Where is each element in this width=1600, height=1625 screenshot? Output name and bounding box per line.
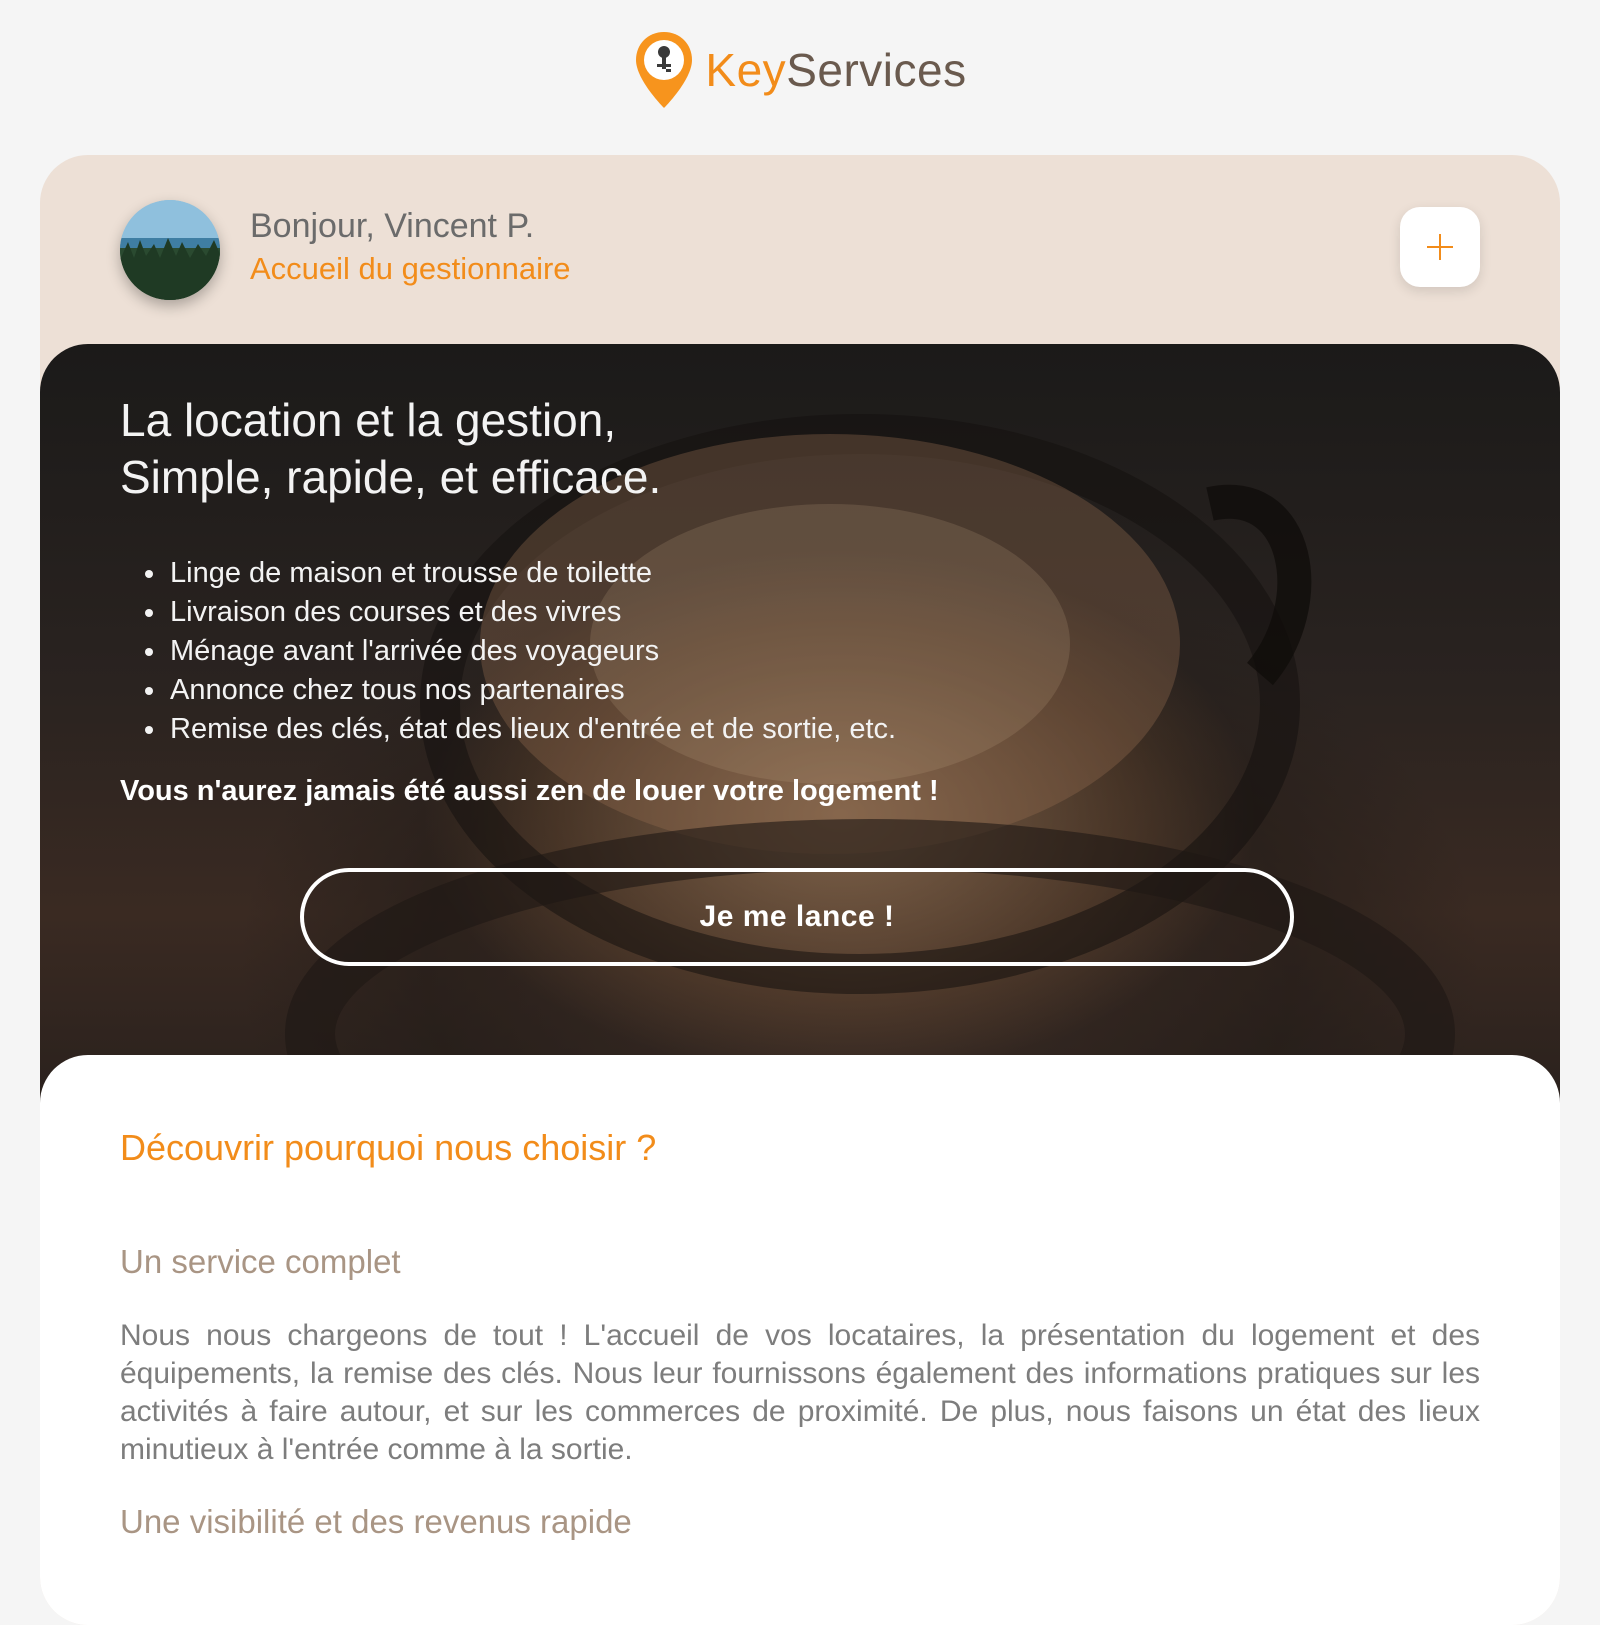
manager-header: Bonjour, Vincent P. Accueil du gestionna… bbox=[40, 155, 1560, 355]
page-subtitle: Accueil du gestionnaire bbox=[250, 251, 571, 286]
list-item: Livraison des courses et des vivres bbox=[168, 593, 896, 632]
map-pin-key-icon bbox=[636, 32, 693, 108]
landscape-avatar-image bbox=[120, 200, 220, 300]
add-button[interactable] bbox=[1400, 207, 1480, 287]
hero-tagline: Vous n'aurez jamais été aussi zen de lou… bbox=[120, 775, 939, 807]
section-title: Découvrir pourquoi nous choisir ? bbox=[120, 1127, 657, 1168]
list-item: Annonce chez tous nos partenaires bbox=[168, 671, 896, 710]
greeting-text: Bonjour, Vincent P. bbox=[250, 207, 535, 245]
feature-title-visibility: Une visibilité et des revenus rapide bbox=[120, 1503, 632, 1540]
list-item: Linge de maison et trousse de toilette bbox=[168, 554, 896, 593]
start-button[interactable]: Je me lance ! bbox=[300, 868, 1294, 966]
feature-title-complete-service: Un service complet bbox=[120, 1243, 401, 1280]
plus-icon bbox=[1427, 234, 1453, 260]
list-item: Ménage avant l'arrivée des voyageurs bbox=[168, 632, 896, 671]
hero-banner: La location et la gestion, Simple, rapid… bbox=[40, 344, 1560, 1104]
list-item: Remise des clés, état des lieux d'entrée… bbox=[168, 710, 896, 749]
services-list: Linge de maison et trousse de toilette L… bbox=[120, 554, 896, 749]
brand-name: KeyServices bbox=[705, 44, 967, 96]
feature-description: Nous nous chargeons de tout ! L'accueil … bbox=[120, 1319, 1480, 1466]
hero-title: La location et la gestion, Simple, rapid… bbox=[120, 394, 662, 503]
main-card: Bonjour, Vincent P. Accueil du gestionna… bbox=[40, 155, 1560, 1625]
brand-logo[interactable]: KeyServices bbox=[0, 30, 1600, 110]
avatar[interactable] bbox=[120, 200, 220, 300]
why-choose-section: Découvrir pourquoi nous choisir ? Un ser… bbox=[40, 1055, 1560, 1625]
